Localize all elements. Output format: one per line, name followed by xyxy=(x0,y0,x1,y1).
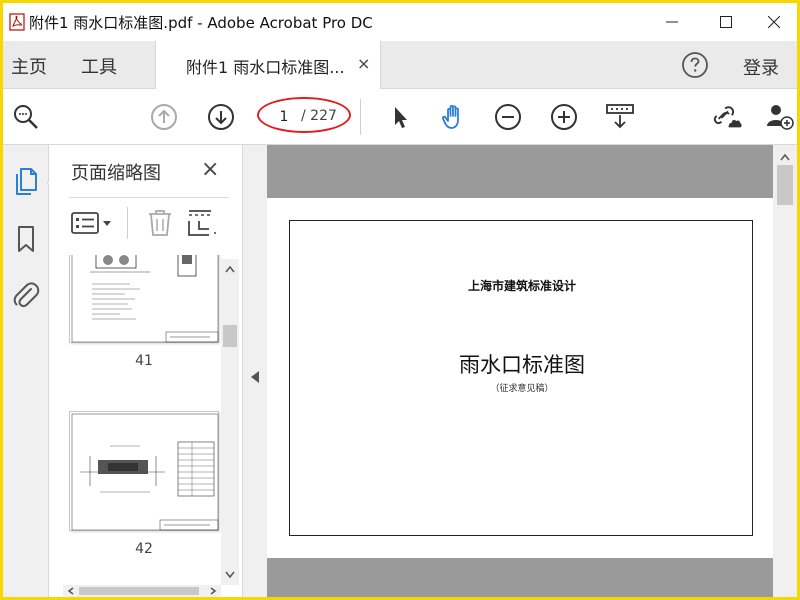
maximize-icon xyxy=(720,16,732,28)
toolbar: / 227 xyxy=(3,89,797,145)
thumbnail-page-42[interactable] xyxy=(69,411,219,531)
page-frame: 上海市建筑标准设计 雨水口标准图 （征求意见稿） xyxy=(289,220,753,536)
close-window-button[interactable] xyxy=(751,3,797,41)
scroll-mode-button[interactable] xyxy=(605,102,635,132)
minimize-icon xyxy=(666,21,678,23)
tab-home[interactable]: 主页 xyxy=(11,53,47,79)
hand-tool-icon xyxy=(442,104,459,129)
zoom-out-icon xyxy=(495,104,521,130)
thumbnail-options-icon[interactable] xyxy=(71,211,115,235)
collapse-panel-icon[interactable] xyxy=(251,371,259,383)
toolbar-divider xyxy=(360,99,361,135)
search-zoom-button[interactable] xyxy=(11,102,41,132)
thumbnail-drawing xyxy=(71,413,219,531)
share-link-icon xyxy=(713,106,742,128)
pdf-page: 上海市建筑标准设计 雨水口标准图 （征求意见稿） xyxy=(267,198,773,558)
attachments-button[interactable] xyxy=(8,277,44,313)
thumbnail-label-41: 41 xyxy=(135,353,153,369)
doc-scroll-up-icon[interactable] xyxy=(780,153,790,161)
document-view: 上海市建筑标准设计 雨水口标准图 （征求意见稿） xyxy=(267,145,797,597)
previous-page-icon xyxy=(151,104,177,130)
thumbnail-horizontal-scrollbar[interactable] xyxy=(63,585,221,597)
doc-scroll-thumb[interactable] xyxy=(777,165,793,205)
thumbnail-vertical-scrollbar[interactable] xyxy=(221,259,239,585)
previous-page-button[interactable] xyxy=(149,102,179,132)
select-tool-button[interactable] xyxy=(385,102,415,132)
left-navigation-rail xyxy=(3,145,55,597)
page-thumbnails-icon xyxy=(16,168,37,195)
close-icon xyxy=(768,16,780,28)
scroll-left-icon[interactable] xyxy=(67,587,75,595)
scroll-down-icon[interactable] xyxy=(225,571,235,579)
window-title: 附件1 雨水口标准图.pdf - Adobe Acrobat Pro DC xyxy=(29,14,373,32)
thumbnail-label-42: 42 xyxy=(135,541,153,557)
scroll-right-icon[interactable] xyxy=(209,587,217,595)
next-page-button[interactable] xyxy=(206,102,236,132)
document-tab-label: 附件1 雨水口标准图... xyxy=(186,58,345,77)
panel-toolbar xyxy=(69,203,239,243)
add-user-icon xyxy=(767,105,794,130)
document-vertical-scrollbar[interactable] xyxy=(773,145,797,597)
bookmarks-button[interactable] xyxy=(8,221,44,257)
tab-document[interactable]: 附件1 雨水口标准图... × xyxy=(155,41,381,89)
panel-tools-divider xyxy=(127,207,128,239)
tab-tools[interactable]: 工具 xyxy=(81,53,117,79)
zoom-in-icon xyxy=(551,104,577,130)
thumbnail-list: 41 42 xyxy=(63,255,229,585)
help-icon[interactable] xyxy=(681,51,709,79)
document-subtitle: （征求意见稿） xyxy=(490,384,554,394)
attachments-icon xyxy=(13,282,40,308)
minimize-button[interactable] xyxy=(649,3,695,41)
bookmarks-icon xyxy=(18,226,34,252)
close-tab-button[interactable]: × xyxy=(357,54,370,73)
thumbnail-panel: 页面缩略图 × 41 42 xyxy=(49,145,243,597)
next-page-icon xyxy=(208,104,234,130)
close-panel-button[interactable]: × xyxy=(201,157,219,182)
select-cursor-icon xyxy=(395,107,407,128)
hand-tool-button[interactable] xyxy=(439,102,469,132)
scroll-mode-icon xyxy=(606,104,634,129)
document-title: 雨水口标准图 xyxy=(459,353,585,377)
panel-divider xyxy=(69,197,229,198)
maximize-button[interactable] xyxy=(703,3,749,41)
thumbnail-page-41[interactable] xyxy=(69,255,219,343)
zoom-out-button[interactable] xyxy=(493,102,523,132)
add-user-button[interactable] xyxy=(765,102,795,132)
thumbnail-hscroll-thumb[interactable] xyxy=(79,587,199,595)
acrobat-window: 附件1 雨水口标准图.pdf - Adobe Acrobat Pro DC 主页… xyxy=(3,3,797,597)
share-link-button[interactable] xyxy=(713,102,743,132)
title-bar: 附件1 雨水口标准图.pdf - Adobe Acrobat Pro DC xyxy=(3,3,797,41)
page-thumbnails-button[interactable] xyxy=(8,163,44,199)
delete-page-icon[interactable] xyxy=(147,209,173,237)
page-navigator: / 227 xyxy=(257,97,351,133)
zoom-in-button[interactable] xyxy=(549,102,579,132)
acrobat-app-icon xyxy=(9,13,25,31)
insert-page-icon[interactable] xyxy=(187,209,217,237)
highlight-ellipse xyxy=(257,97,351,133)
login-link[interactable]: 登录 xyxy=(743,54,779,80)
scroll-up-icon[interactable] xyxy=(225,265,235,273)
thumbnail-drawing xyxy=(71,255,219,343)
search-zoom-icon xyxy=(14,105,38,129)
tab-bar: 主页 工具 附件1 雨水口标准图... × 登录 xyxy=(3,41,797,89)
panel-title: 页面缩略图 xyxy=(71,163,161,184)
panel-collapse-strip[interactable] xyxy=(243,145,267,597)
document-organization: 上海市建筑标准设计 xyxy=(467,279,576,293)
thumbnail-scroll-thumb[interactable] xyxy=(223,325,237,347)
